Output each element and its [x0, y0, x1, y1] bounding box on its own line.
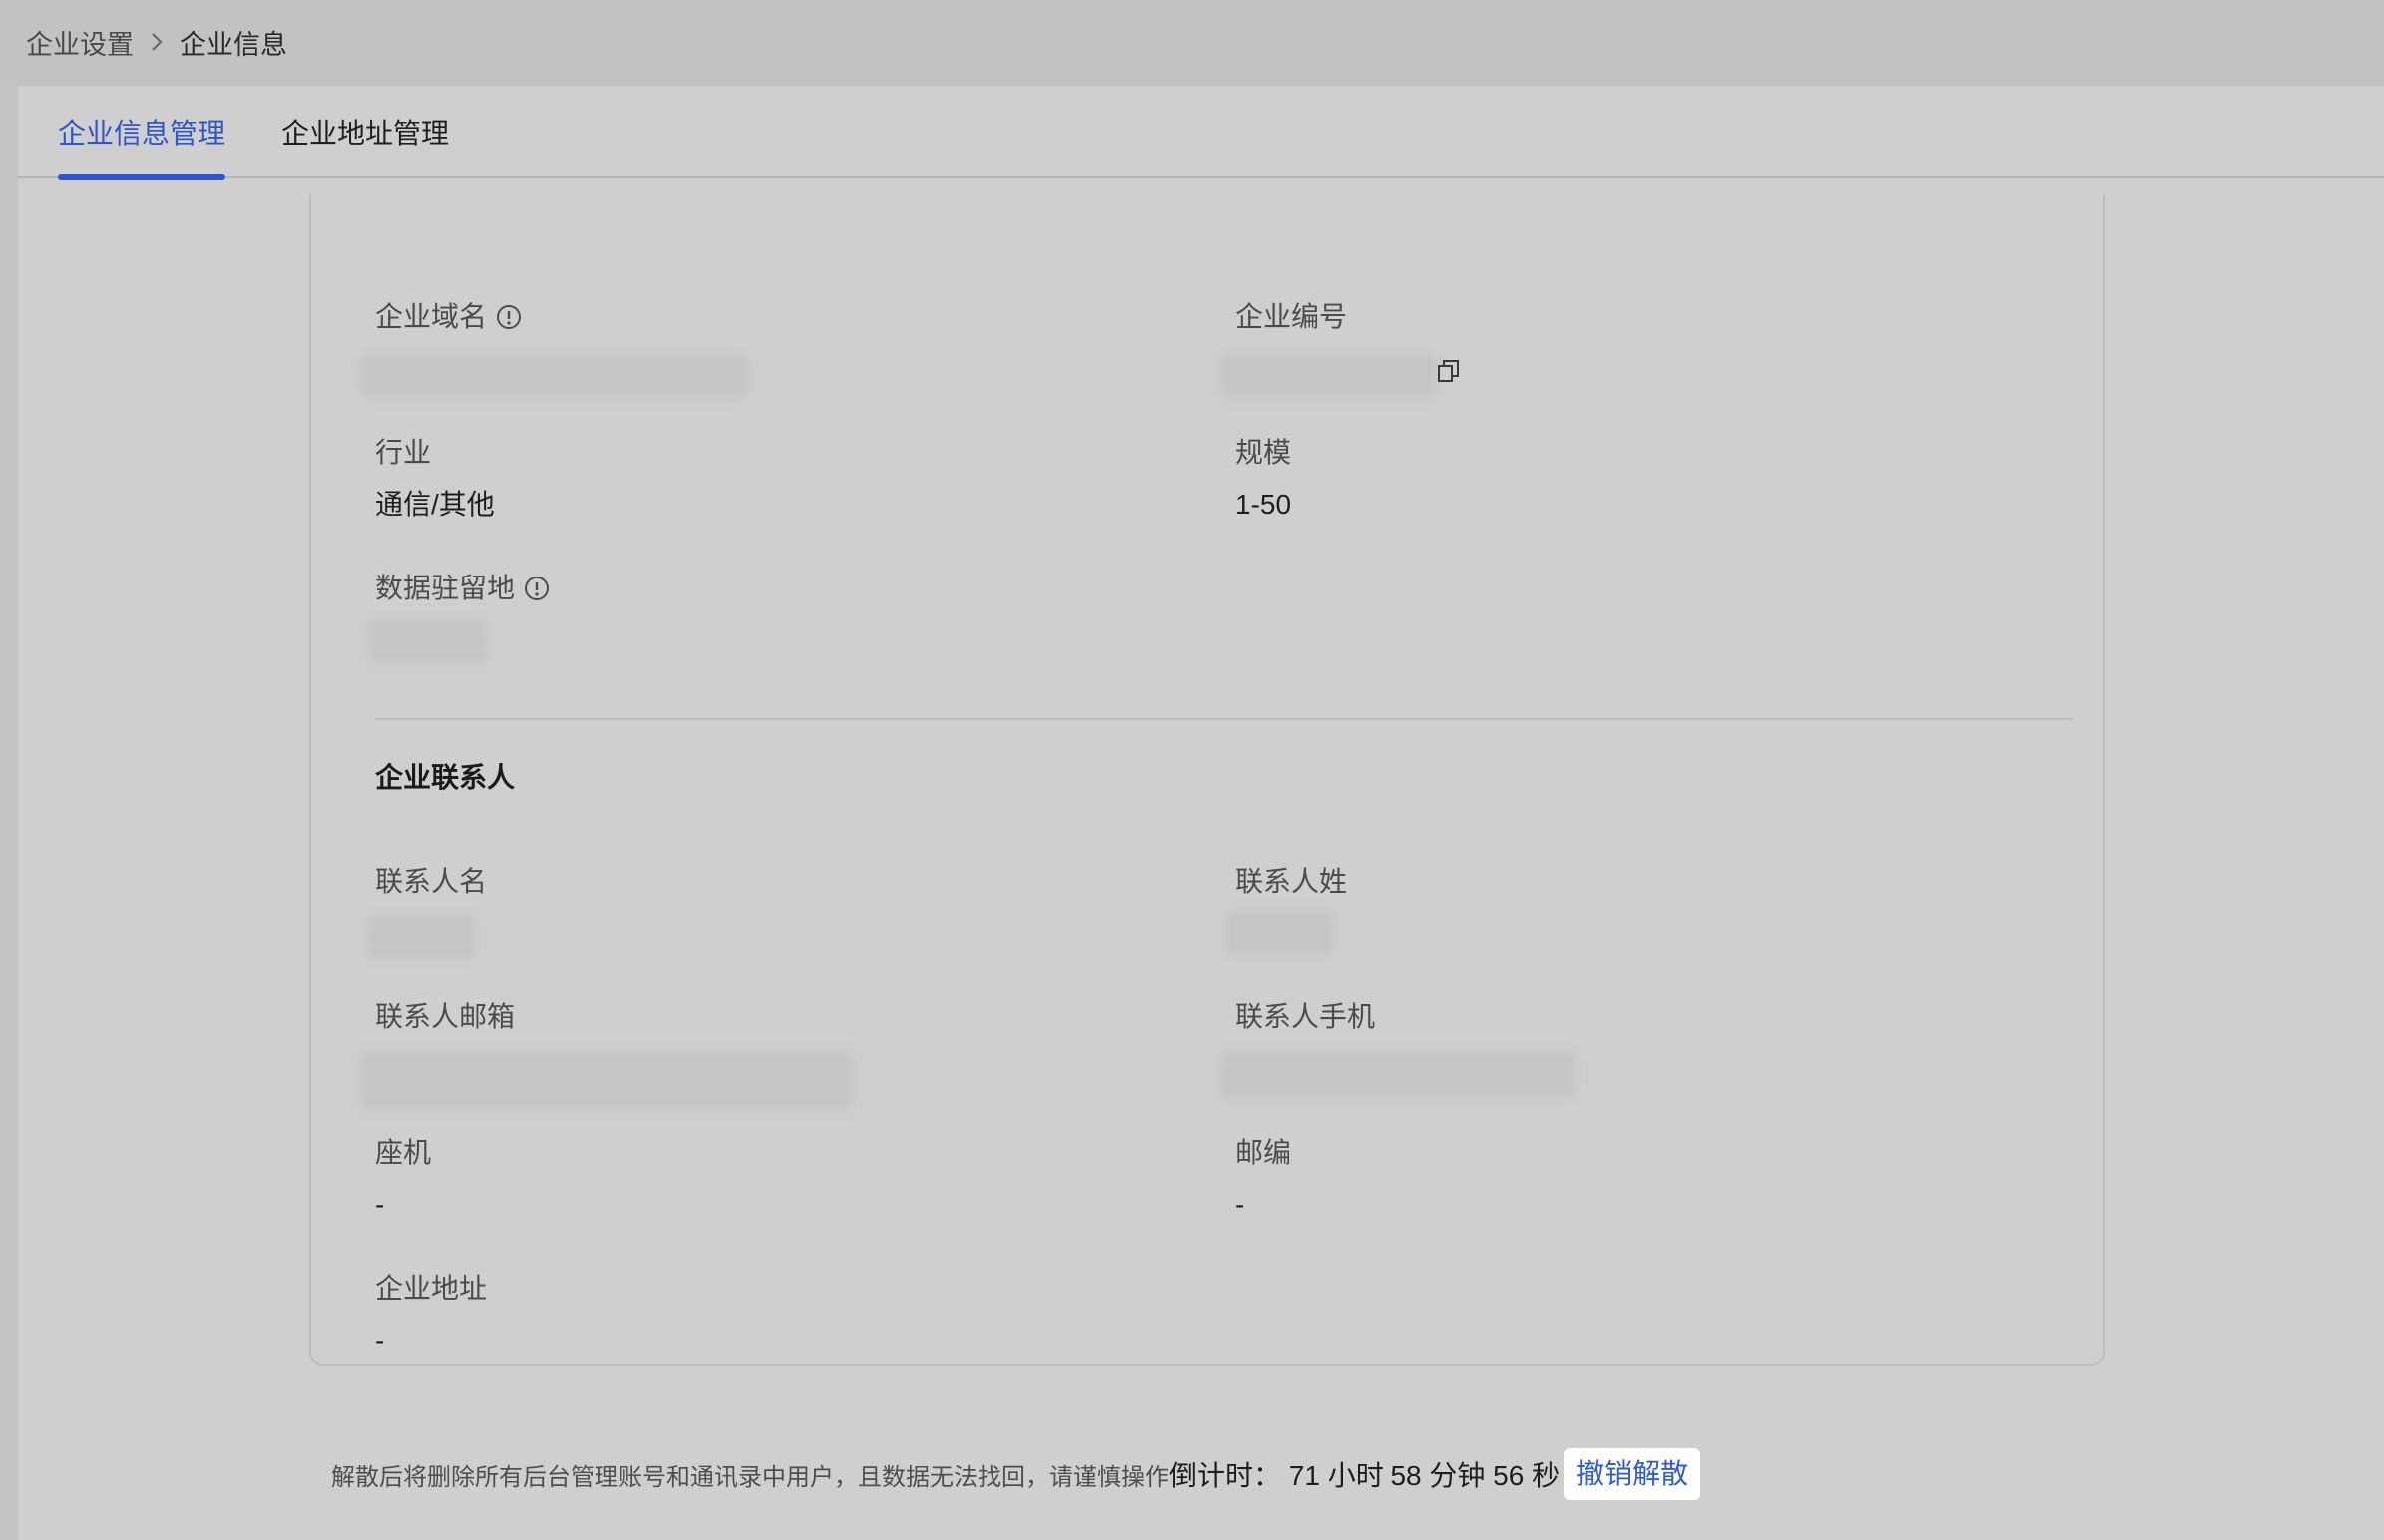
field-contact-email: 联系人邮箱 — [375, 997, 515, 1037]
contact-email-redacted — [365, 1057, 848, 1105]
industry-value: 通信/其他 — [375, 489, 495, 520]
contact-email-label: 联系人邮箱 — [375, 1001, 516, 1032]
info-icon[interactable] — [523, 575, 551, 602]
contact-phone-label: 联系人手机 — [1235, 1001, 1376, 1032]
scale-value: 1-50 — [1235, 489, 1292, 520]
field-address: 企业地址 - — [375, 1269, 487, 1360]
info-icon[interactable] — [495, 303, 523, 331]
address-label: 企业地址 — [375, 1273, 488, 1304]
copy-icon[interactable] — [1436, 357, 1462, 390]
left-edge — [0, 86, 18, 1540]
tab-enterprise-info[interactable]: 企业信息管理 — [58, 114, 226, 180]
info-card: 企业域名 企业编号 行业 通信/其他 规模 1-50 数据驻留地 企业联系人 联… — [309, 193, 2105, 1366]
enterprise-id-label: 企业编号 — [1235, 301, 1348, 332]
address-value: - — [375, 1325, 385, 1355]
main-panel: 企业信息管理 企业地址管理 企业域名 企业编号 行业 通信/其他 规模 1-50… — [18, 86, 2384, 1540]
scale-label: 规模 — [1235, 437, 1292, 468]
dissolve-footer: 解散后将删除所有后台管理账号和通讯录中用户，且数据无法找回，请谨慎操作 倒计时：… — [331, 1448, 1701, 1500]
field-landline: 座机 - — [375, 1133, 431, 1225]
landline-value: - — [375, 1189, 385, 1220]
field-contact-last-name: 联系人姓 — [1235, 862, 1347, 902]
field-postal-code: 邮编 - — [1235, 1133, 1291, 1225]
tab-bar: 企业信息管理 企业地址管理 — [18, 86, 2384, 180]
breadcrumb: 企业设置 企业信息 — [26, 22, 287, 62]
contact-last-name-label: 联系人姓 — [1235, 866, 1348, 897]
contact-section-title: 企业联系人 — [375, 762, 516, 793]
breadcrumb-current: 企业信息 — [180, 29, 287, 60]
section-divider — [375, 718, 2073, 720]
app-frame: 企业设置 企业信息 企业信息管理 企业地址管理 企业域名 企业编号 行业 通信/… — [0, 0, 2384, 1540]
breadcrumb-parent-link[interactable]: 企业设置 — [26, 23, 134, 62]
domain-label: 企业域名 — [375, 301, 488, 332]
landline-label: 座机 — [375, 1137, 432, 1168]
field-contact-first-name: 联系人名 — [375, 862, 487, 902]
contact-phone-redacted — [1225, 1057, 1572, 1093]
field-enterprise-id: 企业编号 — [1235, 297, 1347, 337]
field-data-residency: 数据驻留地 — [375, 569, 551, 608]
dissolve-warning: 解散后将删除所有后台管理账号和通讯录中用户，且数据无法找回，请谨慎操作 — [331, 1463, 1169, 1491]
revoke-dissolve-button[interactable]: 撤销解散 — [1564, 1448, 1701, 1500]
contact-first-name-redacted — [371, 920, 471, 954]
field-scale: 规模 1-50 — [1235, 433, 1291, 525]
data-residency-value-redacted — [373, 624, 483, 658]
field-domain: 企业域名 — [375, 297, 523, 337]
industry-label: 行业 — [375, 437, 432, 468]
postal-code-label: 邮编 — [1235, 1137, 1292, 1168]
tab-enterprise-address[interactable]: 企业地址管理 — [281, 114, 449, 178]
contact-last-name-redacted — [1231, 916, 1329, 950]
domain-value-redacted — [365, 359, 744, 393]
chevron-right-icon — [150, 31, 164, 53]
contact-first-name-label: 联系人名 — [375, 866, 488, 897]
field-industry: 行业 通信/其他 — [375, 433, 495, 525]
postal-code-value: - — [1235, 1189, 1245, 1220]
data-residency-label: 数据驻留地 — [375, 573, 516, 603]
field-contact-phone: 联系人手机 — [1235, 997, 1375, 1037]
enterprise-id-value-redacted — [1225, 359, 1432, 393]
dissolve-countdown: 倒计时： 71 小时 58 分钟 56 秒 — [1169, 1460, 1561, 1491]
